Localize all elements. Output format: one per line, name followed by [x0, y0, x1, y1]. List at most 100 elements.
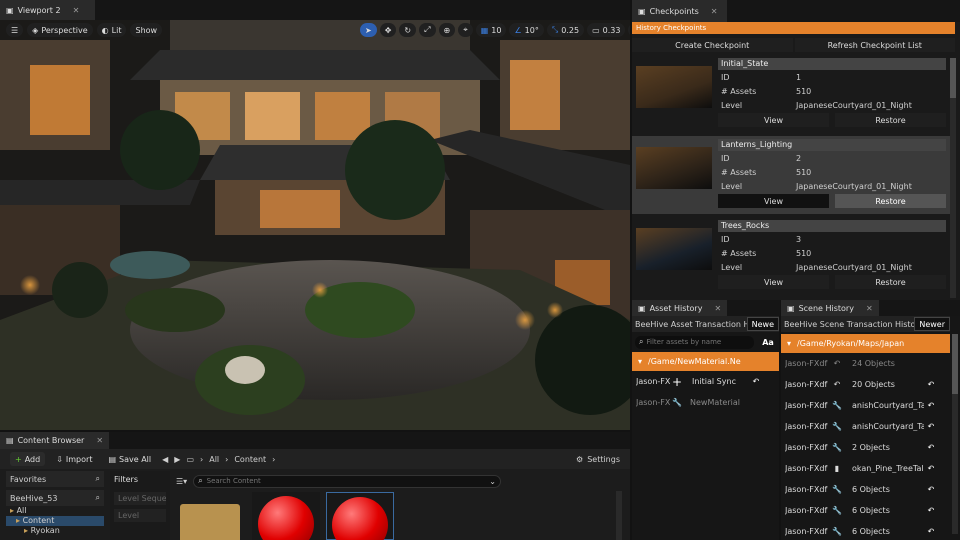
folder-icon: ▤ [6, 436, 14, 445]
tab-checkpoints[interactable]: ▣ Checkpoints ✕ [632, 0, 727, 22]
restore-button[interactable]: Restore [835, 194, 946, 208]
scene-history-row[interactable]: Jason-FXdf 🔧 6 Objects ↶ [781, 521, 950, 540]
grid-snap-button[interactable]: ▦ 10 [475, 23, 507, 37]
content-browser-tabbar: ▤ Content Browser ✕ [0, 432, 630, 449]
checkpoint-name: Trees_Rocks [718, 220, 946, 232]
scale-tool-icon[interactable]: ⤢ [419, 23, 436, 37]
tree-item-content[interactable]: ▸ Content [6, 516, 104, 526]
chevron-down-icon[interactable]: ⌄ [489, 477, 496, 486]
favorites-section[interactable]: Favorites ⌕ [6, 471, 104, 487]
select-tool-icon[interactable]: ➤ [360, 23, 377, 37]
tree-item-ryokan[interactable]: ▸ Ryokan [6, 526, 104, 536]
project-section[interactable]: BeeHive_53 ⌕ [6, 490, 104, 506]
checkpoint-card[interactable]: Lanterns_Lighting ID 2 # Assets 510 Level J… [632, 136, 950, 214]
scale-snap-button[interactable]: ⤡ 0.25 [546, 23, 585, 37]
refresh-checkpoint-button[interactable]: Refresh Checkpoint List [794, 38, 955, 52]
revert-icon[interactable]: ↶ [924, 441, 938, 455]
view-button[interactable]: View [718, 113, 829, 127]
restore-button[interactable]: Restore [835, 275, 946, 289]
close-icon[interactable]: ✕ [96, 436, 103, 445]
back-icon[interactable]: ◀ [162, 455, 168, 464]
asset-history-row[interactable]: Jason-FXd + Initial Sync ↶ [632, 371, 779, 392]
search-icon[interactable]: ⌕ [96, 493, 100, 503]
asset-sort-newest-dropdown[interactable]: Newe [746, 317, 779, 331]
save-all-button[interactable]: ▤ Save All [103, 452, 156, 466]
scene-history-row[interactable]: Jason-FXdf ↶ 20 Objects ↶ [781, 374, 950, 395]
search-icon[interactable]: ⌕ [96, 474, 100, 484]
close-icon[interactable]: ✕ [73, 6, 80, 15]
forward-icon[interactable]: ▶ [174, 455, 180, 464]
filter-level-sequence[interactable]: Level Sequen [114, 492, 166, 505]
filter-level[interactable]: Level [114, 509, 166, 522]
revert-icon[interactable]: ↶ [924, 462, 938, 476]
checkpoints-header: History Checkpoints [632, 22, 955, 34]
revert-icon[interactable]: ↶ [749, 375, 763, 389]
content-search-input[interactable] [206, 477, 486, 485]
viewport-scene[interactable]: ☰ ◈ Perspective ◐ Lit Show ➤ ✥ ↻ ⤢ ⊕ ⌖ ▦ 10… [0, 20, 630, 430]
checkpoints-scrollbar[interactable] [950, 58, 956, 298]
assets-value: 510 [796, 86, 812, 96]
gear-icon: ⚙ [576, 454, 584, 464]
tab-content-browser[interactable]: ▤ Content Browser ✕ [0, 432, 110, 449]
scene-history-row[interactable]: Jason-FXdf 🔧 anishCourtyard_Ta ↶ [781, 416, 950, 437]
maximize-icon[interactable]: ⊞ [628, 23, 630, 37]
folder-tile[interactable] [180, 504, 240, 540]
move-tool-icon[interactable]: ✥ [379, 23, 397, 37]
close-icon[interactable]: ✕ [866, 304, 873, 313]
close-icon[interactable]: ✕ [714, 304, 721, 313]
filter-icon[interactable]: ☰▾ [176, 477, 187, 486]
viewport-tabbar: ▣ Viewport 2 ✕ [0, 0, 630, 20]
asset-history-row[interactable]: Jason-FXd 🔧 NewMaterial [632, 392, 779, 413]
scene-history-row[interactable]: Jason-FXdf 🔧 2 Objects ↶ [781, 437, 950, 458]
menu-icon[interactable]: ☰ [6, 23, 24, 37]
asset-path-row[interactable]: ▾ /Game/NewMaterial.Ne [632, 352, 779, 371]
revert-icon[interactable]: ↶ [924, 420, 938, 434]
import-button[interactable]: ⇩ Import [51, 452, 97, 466]
tab-viewport[interactable]: ▣ Viewport 2 ✕ [0, 0, 95, 20]
wrench-icon: 🔧 [832, 527, 842, 536]
restore-button[interactable]: Restore [835, 113, 946, 127]
surface-snap-icon[interactable]: ⌖ [458, 23, 473, 37]
match-case-toggle[interactable]: Aa [757, 338, 779, 347]
rotate-tool-icon[interactable]: ↻ [399, 23, 417, 37]
revert-icon[interactable]: ↶ [924, 504, 938, 518]
create-checkpoint-button[interactable]: Create Checkpoint [632, 38, 793, 52]
revert-icon[interactable]: ↶ [924, 378, 938, 392]
breadcrumb-all[interactable]: All [209, 455, 219, 464]
wrench-icon: 🔧 [832, 401, 842, 410]
perspective-button[interactable]: ◈ Perspective [27, 23, 93, 37]
settings-button[interactable]: ⚙ Settings [576, 455, 620, 464]
view-button[interactable]: View [718, 194, 829, 208]
world-icon[interactable]: ⊕ [438, 23, 456, 37]
asset-filter-input[interactable] [646, 338, 727, 346]
scene-sort-newest-dropdown[interactable]: Newer [914, 317, 950, 331]
checkpoint-card[interactable]: Trees_Rocks ID 3 # Assets 510 Level Japanes… [632, 217, 950, 295]
material-tile-selected[interactable] [326, 492, 394, 540]
tree-item-all[interactable]: ▸ All [6, 506, 104, 516]
show-button[interactable]: Show [130, 23, 163, 37]
material-tile[interactable] [252, 492, 320, 540]
angle-icon: ∠ [514, 25, 522, 35]
revert-icon[interactable]: ↶ [924, 483, 938, 497]
view-button[interactable]: View [718, 275, 829, 289]
scene-history-row[interactable]: Jason-FXdf 🔧 6 Objects ↶ [781, 479, 950, 500]
camera-speed-button[interactable]: ▭ 0.33 [587, 23, 626, 37]
tab-scene-history[interactable]: ▣ Scene History ✕ [781, 300, 879, 316]
angle-snap-button[interactable]: ∠ 10° [509, 23, 544, 37]
breadcrumb-content[interactable]: Content [234, 455, 266, 464]
checkpoint-card[interactable]: Initial_State ID 1 # Assets 510 Level Japan… [632, 55, 950, 133]
revert-icon[interactable]: ↶ [924, 525, 938, 539]
tab-asset-history[interactable]: ▣ Asset History ✕ [632, 300, 728, 316]
scene-history-row[interactable]: Jason-FXdf 🔧 anishCourtyard_Ta ↶ [781, 395, 950, 416]
change-label: anishCourtyard_Ta [852, 401, 924, 410]
revert-icon[interactable]: ↶ [924, 399, 938, 413]
scene-scrollbar[interactable] [952, 334, 958, 534]
add-button[interactable]: + Add [10, 452, 46, 466]
lit-button[interactable]: ◐ Lit [96, 23, 127, 37]
content-scrollbar[interactable] [616, 491, 622, 540]
scene-history-row[interactable]: Jason-FXdf ▮ okan_Pine_TreeTal ↶ [781, 458, 950, 479]
close-icon[interactable]: ✕ [711, 7, 718, 16]
scene-history-row[interactable]: Jason-FXdf 🔧 6 Objects ↶ [781, 500, 950, 521]
scene-path-row[interactable]: ▾ /Game/Ryokan/Maps/Japan [781, 334, 950, 353]
scene-history-row[interactable]: Jason-FXdf ↶ 24 Objects [781, 353, 950, 374]
